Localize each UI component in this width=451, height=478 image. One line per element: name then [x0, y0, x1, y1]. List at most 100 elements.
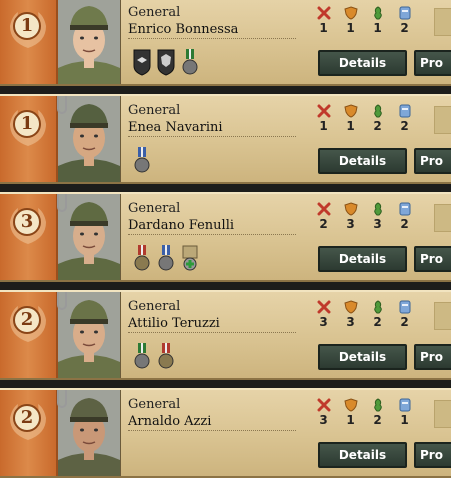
stat-planning: 2	[368, 104, 387, 132]
planning-icon	[368, 104, 387, 118]
stat-value: 2	[373, 119, 382, 133]
skill-level-badge: 2	[13, 306, 41, 334]
general-card[interactable]: 3 General Dardano Fenulli 2 3 3 2 Details Pro	[0, 192, 451, 282]
defense-icon	[341, 104, 360, 118]
promote-button[interactable]: Pro	[414, 246, 451, 272]
stat-defense: 3	[341, 202, 360, 230]
trait-list	[132, 48, 200, 76]
stat-list: 1 1 1 2	[314, 6, 414, 34]
stat-attack: 3	[314, 300, 333, 328]
red-medal-trait-icon[interactable]	[132, 244, 152, 272]
side-tab[interactable]	[434, 8, 451, 36]
stat-planning: 2	[368, 300, 387, 328]
stat-planning: 1	[368, 6, 387, 34]
promote-button[interactable]: Pro	[414, 442, 451, 468]
defense-icon	[341, 202, 360, 216]
stat-value: 2	[400, 119, 409, 133]
attack-icon	[314, 104, 333, 118]
stat-value: 1	[319, 119, 328, 133]
stat-value: 3	[346, 315, 355, 329]
details-button[interactable]: Details	[318, 344, 407, 370]
general-name: Enea Navarini	[128, 120, 296, 137]
stat-list: 1 1 2 2	[314, 104, 414, 132]
general-name: Dardano Fenulli	[128, 218, 296, 235]
side-tab[interactable]	[434, 106, 451, 134]
side-tab[interactable]	[434, 400, 451, 428]
stat-logistics: 2	[395, 6, 414, 34]
trait-list	[132, 146, 152, 174]
details-button[interactable]: Details	[318, 442, 407, 468]
red-medal-trait-icon[interactable]	[156, 342, 176, 370]
green-medal-trait-icon[interactable]	[180, 48, 200, 76]
stat-attack: 2	[314, 202, 333, 230]
stat-defense: 1	[341, 398, 360, 426]
trait-list	[132, 244, 200, 272]
shield-trait-icon[interactable]	[156, 48, 176, 76]
general-portrait[interactable]	[58, 390, 121, 476]
stat-value: 2	[400, 217, 409, 231]
general-rank: General	[128, 397, 181, 412]
stat-value: 2	[400, 315, 409, 329]
stat-value: 1	[346, 119, 355, 133]
general-portrait[interactable]	[58, 0, 121, 84]
skill-level-badge: 1	[13, 110, 41, 138]
skill-level-badge: 1	[13, 12, 41, 40]
stat-planning: 2	[368, 398, 387, 426]
promote-button[interactable]: Pro	[414, 344, 451, 370]
general-card[interactable]: 2 General Attilio Teruzzi 3 3 2 2 Details Pro	[0, 290, 451, 380]
paperclip-icon	[57, 96, 67, 114]
stat-value: 1	[346, 413, 355, 427]
general-portrait[interactable]	[58, 96, 121, 182]
stat-value: 1	[400, 413, 409, 427]
stat-attack: 3	[314, 398, 333, 426]
rank-column: 1	[0, 0, 58, 84]
general-rank: General	[128, 299, 181, 314]
stat-value: 1	[373, 21, 382, 35]
stat-defense: 1	[341, 6, 360, 34]
planning-icon	[368, 398, 387, 412]
general-rank: General	[128, 5, 181, 20]
defense-icon	[341, 300, 360, 314]
general-rank: General	[128, 201, 181, 216]
logistics-icon	[395, 300, 414, 314]
stat-logistics: 1	[395, 398, 414, 426]
handshake-trait-icon[interactable]	[132, 48, 152, 76]
paperclip-icon	[57, 390, 67, 408]
general-name: Arnaldo Azzi	[128, 414, 296, 431]
planning-icon	[368, 6, 387, 20]
attack-icon	[314, 202, 333, 216]
general-name: Enrico Bonnessa	[128, 22, 296, 39]
general-card[interactable]: 1 General Enrico Bonnessa 1 1 1 2 Details Pro	[0, 0, 451, 86]
skill-level-badge: 3	[13, 208, 41, 236]
blue-medal-trait-icon[interactable]	[156, 244, 176, 272]
defense-icon	[341, 6, 360, 20]
general-rank: General	[128, 103, 181, 118]
side-tab[interactable]	[434, 302, 451, 330]
general-portrait[interactable]	[58, 194, 121, 280]
medic-trait-icon[interactable]	[180, 244, 200, 272]
stat-logistics: 2	[395, 104, 414, 132]
general-card[interactable]: 2 General Arnaldo Azzi 3 1 2 1 Details Pro	[0, 388, 451, 478]
stat-value: 2	[373, 315, 382, 329]
promote-button[interactable]: Pro	[414, 148, 451, 174]
promote-button[interactable]: Pro	[414, 50, 451, 76]
stat-value: 1	[346, 21, 355, 35]
stat-attack: 1	[314, 104, 333, 132]
paperclip-icon	[57, 292, 67, 310]
attack-icon	[314, 398, 333, 412]
stat-value: 2	[319, 217, 328, 231]
blue-medal-trait-icon[interactable]	[132, 146, 152, 174]
details-button[interactable]: Details	[318, 246, 407, 272]
details-button[interactable]: Details	[318, 50, 407, 76]
general-card[interactable]: 1 General Enea Navarini 1 1 2 2 Details Pro	[0, 94, 451, 184]
logistics-icon	[395, 6, 414, 20]
side-tab[interactable]	[434, 204, 451, 232]
stat-value: 3	[373, 217, 382, 231]
green-medal-trait-icon[interactable]	[132, 342, 152, 370]
stat-value: 2	[373, 413, 382, 427]
details-button[interactable]: Details	[318, 148, 407, 174]
stat-list: 2 3 3 2	[314, 202, 414, 230]
logistics-icon	[395, 202, 414, 216]
general-portrait[interactable]	[58, 292, 121, 378]
rank-column: 2	[0, 390, 58, 476]
